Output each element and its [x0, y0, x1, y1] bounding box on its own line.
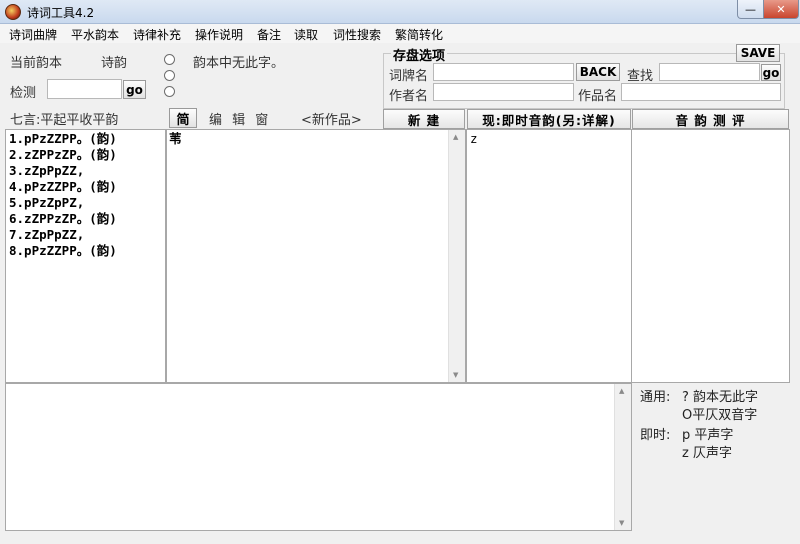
minimize-button[interactable]: —	[737, 0, 764, 19]
check-input[interactable]	[47, 79, 122, 99]
radio-option-3[interactable]	[164, 86, 175, 97]
menu-convert[interactable]: 繁简转化	[395, 26, 443, 43]
legend-instant-2: z 仄声字	[682, 446, 732, 461]
app-icon	[5, 4, 21, 20]
meter-line: 4.pPzZZPP。(韵)	[9, 179, 117, 194]
meter-line: 8.pPzZZPP。(韵)	[9, 243, 117, 258]
new-work-label: <新作品>	[301, 113, 362, 128]
author-label: 作者名	[389, 89, 429, 104]
meter-line: 5.pPzZpPZ,	[9, 195, 85, 210]
check-go-button[interactable]: go	[123, 80, 146, 99]
detail-text-area[interactable]: ▲ ▼	[5, 383, 632, 531]
menu-shilv[interactable]: 诗律补充	[133, 26, 181, 43]
meter-line: 6.zZPPzZP。(韵)	[9, 211, 117, 226]
editor-panel[interactable]: 苇 ▲ ▼	[166, 129, 466, 383]
scroll-down-icon[interactable]: ▼	[453, 371, 458, 379]
current-rhyme-value: 诗韵	[101, 56, 128, 71]
tab-simplified[interactable]: 简	[169, 108, 197, 128]
realtime-rhyme-panel: z	[466, 129, 632, 383]
cipai-label: 词牌名	[389, 69, 429, 84]
new-button[interactable]: 新 建	[383, 109, 465, 129]
realtime-rhyme-header[interactable]: 现:即时音韵(另:详解)	[467, 109, 631, 129]
close-icon: ✕	[776, 2, 786, 16]
save-options-title: 存盘选项	[391, 45, 448, 64]
meter-pattern-panel: 1.pPzZZPP。(韵) 2.zZPPzZP。(韵) 3.zZpPpZZ, 4…	[5, 129, 166, 383]
author-input[interactable]	[433, 83, 574, 101]
legend-general-label: 通用:	[640, 390, 671, 405]
meter-line: 7.zZpPpZZ,	[9, 227, 85, 242]
radio-option-1[interactable]	[164, 54, 175, 65]
editor-text[interactable]: 苇	[169, 131, 182, 147]
meter-heading: 七言:平起平收平韵	[10, 113, 119, 128]
search-label: 查找	[627, 69, 654, 84]
menu-notes[interactable]: 备注	[257, 26, 281, 43]
client-area: 当前韵本 诗韵 韵本中无此字。 检测 go 存盘选项 SAVE 词牌名 BACK…	[3, 43, 798, 543]
legend-general-1: ? 韵本无此字	[682, 390, 759, 405]
save-button[interactable]: SAVE	[736, 44, 780, 62]
menu-pos-search[interactable]: 词性搜索	[333, 26, 381, 43]
legend-instant-1: p 平声字	[682, 428, 734, 443]
radio-option-2[interactable]	[164, 70, 175, 81]
meter-line: 3.zZpPpZZ,	[9, 163, 85, 178]
rhyme-review-header[interactable]: 音 韵 测 评	[632, 109, 789, 129]
menu-pingshui[interactable]: 平水韵本	[71, 26, 119, 43]
close-button[interactable]: ✕	[763, 0, 799, 19]
legend-panel: 通用: ? 韵本无此字 O平仄双音字 即时: p 平声字 z 仄声字	[638, 383, 798, 543]
work-label: 作品名	[578, 89, 618, 104]
menu-cipai[interactable]: 诗词曲牌	[9, 26, 57, 43]
scroll-up-icon[interactable]: ▲	[619, 387, 624, 395]
window-title: 诗词工具4.2	[27, 6, 95, 20]
current-rhyme-label: 当前韵本	[10, 56, 63, 71]
cipai-input[interactable]	[433, 63, 574, 81]
editor-scrollbar[interactable]: ▲ ▼	[448, 130, 465, 382]
detail-scrollbar[interactable]: ▲ ▼	[614, 384, 631, 530]
title-bar: 诗词工具4.2 — ✕	[0, 0, 800, 24]
minimize-icon: —	[745, 2, 756, 16]
menu-bar: 诗词曲牌 平水韵本 诗律补充 操作说明 备注 读取 词性搜索 繁简转化	[0, 24, 800, 43]
check-label: 检测	[10, 86, 37, 101]
editor-tab-label: 编 辑 窗	[209, 113, 272, 128]
meter-line: 1.pPzZZPP。(韵)	[9, 131, 117, 146]
scroll-up-icon[interactable]: ▲	[453, 133, 458, 141]
realtime-rhyme-text: z	[470, 131, 478, 146]
search-input[interactable]	[659, 63, 760, 81]
menu-read[interactable]: 读取	[294, 26, 318, 43]
legend-instant-label: 即时:	[640, 428, 671, 443]
search-go-button[interactable]: go	[761, 64, 781, 81]
scroll-down-icon[interactable]: ▼	[619, 519, 624, 527]
work-input[interactable]	[621, 83, 781, 101]
back-button[interactable]: BACK	[576, 63, 620, 81]
rhyme-review-panel	[631, 129, 790, 383]
legend-general-2: O平仄双音字	[682, 408, 758, 423]
meter-line: 2.zZPPzZP。(韵)	[9, 147, 117, 162]
no-char-label: 韵本中无此字。	[193, 56, 285, 71]
menu-help[interactable]: 操作说明	[195, 26, 243, 43]
